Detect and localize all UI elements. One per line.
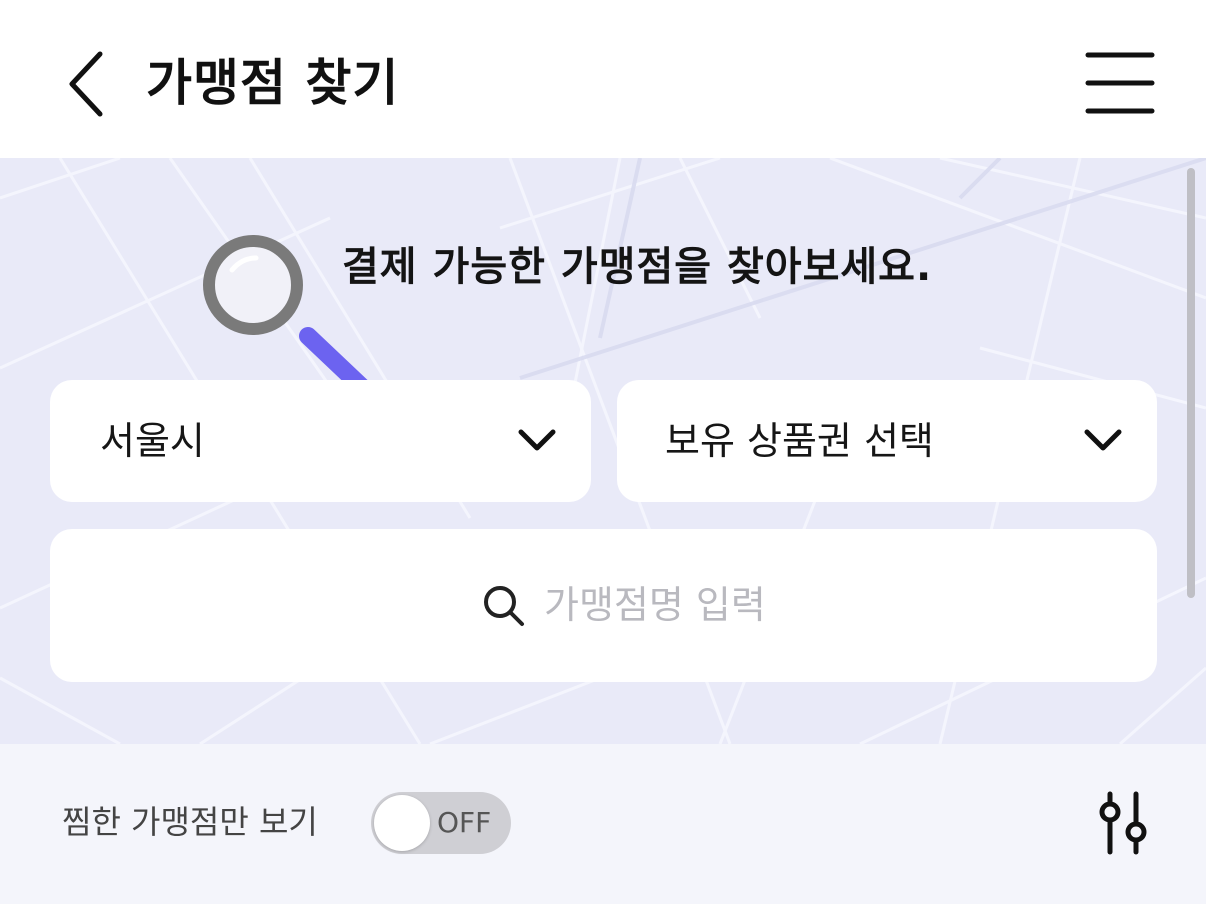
chevron-left-icon	[69, 51, 103, 117]
app-header: 가맹점 찾기	[0, 0, 1206, 158]
chevron-down-icon	[518, 429, 556, 451]
voucher-dropdown[interactable]: 보유 상품권 선택	[617, 380, 1157, 502]
search-icon	[484, 586, 524, 626]
back-button[interactable]	[58, 44, 118, 124]
region-dropdown-value: 서울시	[100, 419, 205, 463]
search-input[interactable]	[544, 569, 944, 641]
search-hero: 결제 가능한 가맹점을 찾아보세요. 서울시 보유 상품권 선택	[0, 158, 1206, 744]
favorites-only-label: 찜한 가맹점만 보기	[62, 803, 318, 841]
filter-bar: 찜한 가맹점만 보기 OFF	[0, 744, 1206, 904]
hero-title: 결제 가능한 가맹점을 찾아보세요.	[342, 244, 933, 290]
sliders-filter-icon	[1099, 791, 1147, 855]
toggle-knob	[374, 795, 430, 851]
menu-button[interactable]	[1084, 50, 1156, 116]
page-title: 가맹점 찾기	[146, 54, 400, 112]
scrollbar[interactable]	[1187, 168, 1195, 598]
chevron-down-icon	[1084, 429, 1122, 451]
search-box[interactable]	[50, 529, 1157, 682]
region-dropdown[interactable]: 서울시	[50, 380, 591, 502]
favorites-toggle[interactable]: OFF	[371, 792, 511, 854]
toggle-state-label: OFF	[437, 806, 492, 839]
voucher-dropdown-value: 보유 상품권 선택	[665, 419, 934, 463]
hamburger-menu-icon	[1085, 52, 1155, 114]
filter-button[interactable]	[1092, 788, 1156, 858]
